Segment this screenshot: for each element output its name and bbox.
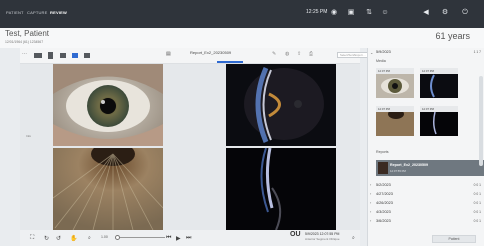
chevron-right-icon: › [370,210,372,214]
power-icon[interactable]: ⏻ [460,8,470,18]
layout-portrait-icon[interactable] [48,52,53,59]
media-thumb[interactable]: 12:07 PM [420,68,458,98]
report-progress [217,61,243,63]
layout-1x2-icon[interactable] [60,53,66,58]
eye-icon[interactable]: ◉ [329,8,339,18]
layout-2x2-icon[interactable] [72,53,78,58]
eye-indicator: OU [290,231,301,238]
chevron-right-icon: › [370,201,372,205]
panel-scrollbar[interactable] [479,76,483,166]
report-item[interactable]: Report_Ex2_20230509 12:07:55 PM [376,160,484,176]
image-slitlamp-od[interactable] [226,148,336,230]
media-thumb[interactable]: 12:07 PM [376,68,414,98]
zoom-slider[interactable] [117,237,165,238]
skip-back-icon[interactable]: ⏮ [166,235,171,242]
user-icon[interactable]: ☺ [380,8,390,18]
image-iris-closeup[interactable] [53,148,163,230]
save-icon[interactable]: ◍ [285,51,289,57]
visit-row[interactable]: › 3/6/2023 0 0 1 [368,217,484,226]
document-icon[interactable]: ▤ [166,51,171,57]
visit-row[interactable]: › 4/3/2023 0 0 1 [368,208,484,217]
report-title: Report_Ex2_20230509 [190,50,232,55]
patient-dob-id: 12/01/1964 (61) 1234567 [5,40,44,44]
layout-1x1-icon[interactable] [34,53,42,58]
zoom-icon[interactable]: ⌕ [88,235,91,241]
hand-icon[interactable]: ✋ [70,235,77,242]
clock-time: 12:25 PM [306,9,328,15]
visit-row[interactable]: › 4/27/2023 0 0 1 [368,190,484,199]
top-bar: PATIENT CAPTURE REVIEW 12:25 PM ◉ ▣ ⇅ ☺ … [0,0,484,28]
undo-icon[interactable]: ↺ [56,235,61,242]
report-thumbnail-icon [378,162,388,174]
tab-patient[interactable]: PATIENT [6,10,24,15]
visit-row[interactable]: › 4/26/2023 0 0 1 [368,199,484,208]
patient-header: Test, Patient 12/01/1964 (61) 1234567 61… [0,28,484,48]
rotate-icon[interactable]: ↻ [44,235,49,242]
zoom-value: 1.00 [101,235,108,239]
zoom-slider-knob[interactable] [115,235,120,240]
monitor-icon[interactable]: ▣ [346,8,356,18]
media-thumb[interactable]: 12:07 PM [376,106,414,136]
play-icon[interactable]: ▶ [176,235,181,242]
tab-review[interactable]: REVIEW [50,10,67,15]
visit-row[interactable]: › 5/2/2023 0 0 1 [368,181,484,190]
patient-name: Test, Patient [5,29,50,38]
pen-icon[interactable]: ✎ [272,51,276,57]
viewer-toolbar: ⋯ ▤ Report_Ex2_20230509 ✎ ◍ ⇪ ⎙ Select/S… [20,48,381,64]
visit-row[interactable]: ⌄ 5/9/2023 1 1 7 [368,48,484,57]
chevron-right-icon: › [370,219,372,223]
print-icon[interactable]: ⎙ [309,51,313,57]
media-section-label: Media [376,59,386,63]
layout-3x3-icon[interactable] [84,53,90,58]
tab-capture[interactable]: CAPTURE [27,10,48,15]
chevron-right-icon: › [370,192,372,196]
image-slitlamp-os[interactable] [226,64,336,146]
upload-icon[interactable]: ⇪ [297,51,301,57]
adjust-icon[interactable]: ⌕ [352,235,355,241]
patient-age: 61 years [435,31,470,41]
info-label: Info [26,134,32,138]
image-description: Anterior Segment Oblique [305,237,340,241]
reports-section-label: Reports [376,150,389,154]
fullscreen-icon[interactable]: ⛶ [30,235,34,242]
viewer-footer: ⛶ ↻ ↺ ✋ ⌕ 1.00 ⏮ ▶ ⏭ OU 5/9/2023 12:07:5… [20,230,360,246]
chevron-right-icon: › [370,183,372,187]
patient-button[interactable]: Patient [432,235,476,243]
history-panel: ⌄ 5/9/2023 1 1 7 Media 12:07 PM 12:07 PM… [367,48,484,246]
gear-icon[interactable]: ⚙ [440,8,450,18]
media-thumb[interactable]: 12:07 PM [420,106,458,136]
chevron-down-icon: ⌄ [370,51,374,55]
skip-forward-icon[interactable]: ⏭ [186,235,191,242]
image-datetime: 5/9/2023 12:07:55 PM [305,232,340,236]
more-icon[interactable]: ⋯ [22,51,27,57]
volume-icon[interactable]: ◀ [421,8,431,18]
image-iris-od[interactable] [53,64,163,146]
image-viewer: Info [20,64,360,230]
transfer-icon[interactable]: ⇅ [364,8,374,18]
